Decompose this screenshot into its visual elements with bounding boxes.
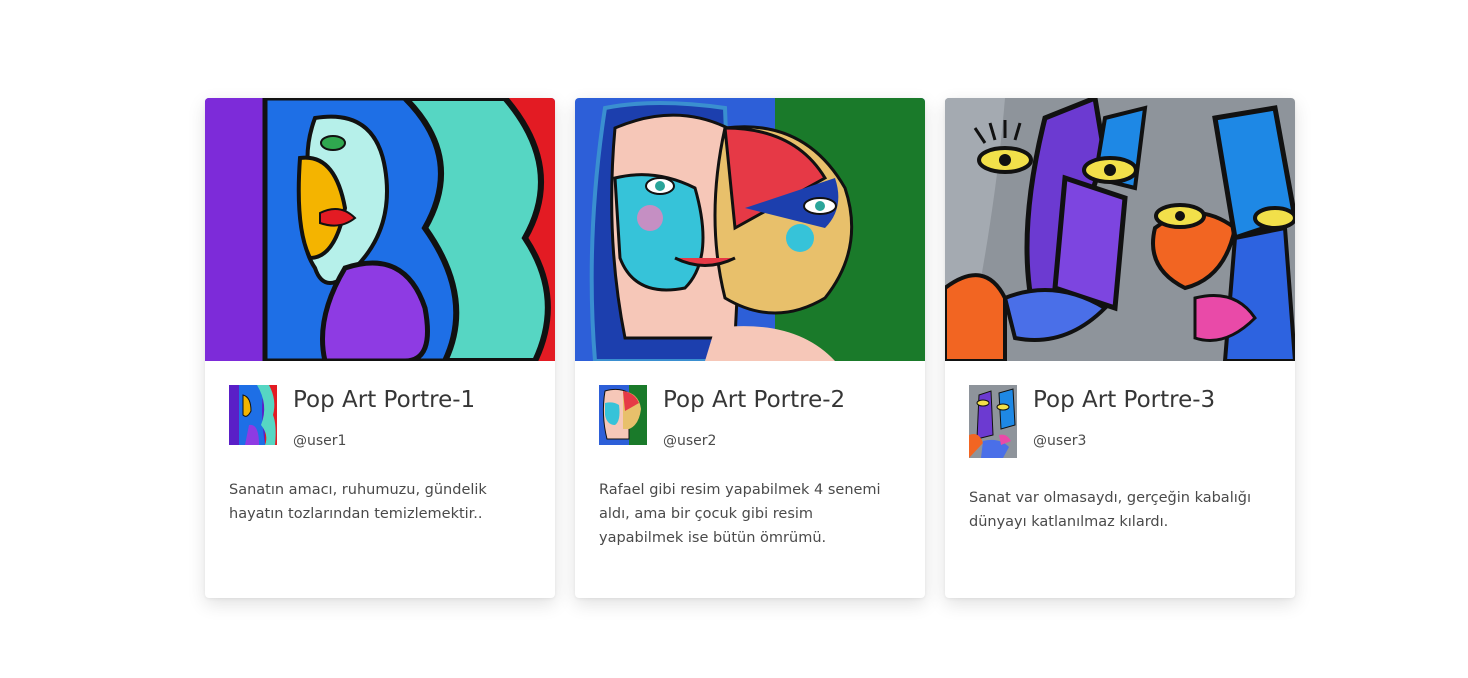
- card-2-description: Rafael gibi resim yapabilmek 4 senemi al…: [599, 482, 881, 546]
- card-2-cover-image[interactable]: [575, 98, 925, 361]
- card-3-title: Pop Art Portre-3: [1033, 387, 1216, 413]
- card-3-cover-image[interactable]: [945, 98, 1295, 361]
- card-2-body: Pop Art Portre-2 @user2 Rafael gibi resi…: [575, 361, 925, 550]
- card-2[interactable]: Pop Art Portre-2 @user2 Rafael gibi resi…: [575, 98, 925, 598]
- card-grid: Pop Art Portre-1 @user1 Sanatın amacı, r…: [205, 98, 1295, 598]
- card-1-avatar[interactable]: [229, 385, 277, 445]
- card-3-username[interactable]: @user3: [1033, 432, 1215, 450]
- card-2-avatar[interactable]: [599, 385, 647, 445]
- card-1-title: Pop Art Portre-1: [293, 387, 476, 413]
- card-1-body: Pop Art Portre-1 @user1 Sanatın amacı, r…: [205, 361, 555, 526]
- card-2-title: Pop Art Portre-2: [663, 387, 846, 413]
- card-1-username[interactable]: @user1: [293, 432, 475, 450]
- card-3-body: Pop Art Portre-3 @user3 Sanat var olmasa…: [945, 361, 1295, 534]
- card-1[interactable]: Pop Art Portre-1 @user1 Sanatın amacı, r…: [205, 98, 555, 598]
- card-3-description: Sanat var olmasaydı, gerçeğin kabalığı d…: [969, 490, 1251, 530]
- card-3-avatar[interactable]: [969, 385, 1017, 458]
- card-2-username[interactable]: @user2: [663, 432, 845, 450]
- card-1-cover-image[interactable]: [205, 98, 555, 361]
- card-3[interactable]: Pop Art Portre-3 @user3 Sanat var olmasa…: [945, 98, 1295, 598]
- card-1-description: Sanatın amacı, ruhumuzu, gündelik hayatı…: [229, 482, 487, 522]
